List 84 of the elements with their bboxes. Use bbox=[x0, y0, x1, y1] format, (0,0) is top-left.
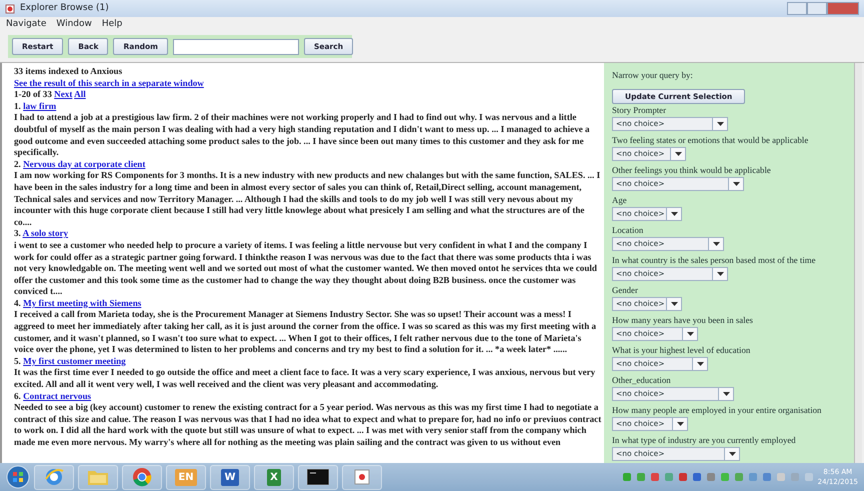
result-title-link[interactable]: law firm bbox=[23, 100, 56, 111]
filter-label: Location bbox=[612, 224, 644, 236]
taskbar-button[interactable]: W bbox=[210, 464, 250, 490]
result-title-link[interactable]: My first meeting with Siemens bbox=[23, 298, 142, 308]
taskbar-button[interactable] bbox=[298, 464, 338, 490]
next-link[interactable]: Next bbox=[54, 89, 72, 100]
browser-icon bbox=[44, 467, 64, 487]
result-excerpt: I received a call from Marieta today, she is the Procurement Manager at Siemens Industry Sector. She was so upset! Their account was a mess! I aggreed to meet her immediately after taking her call, as it is just around the corner from the office. I was so scared as this was my first meeting with a customer, and it wasn't planned, so I wasn't too sure what to expect. ... When I got to their offices, I felt rather nervous due to the tone of Marieta's voice over the phone, yet I was determined to listen to her problems and concerns and try my best to find a solution for it. ... *a week later* ...... bbox=[14, 309, 598, 356]
caret-icon bbox=[718, 388, 733, 400]
start-button[interactable] bbox=[6, 465, 30, 489]
caret-icon bbox=[672, 418, 687, 430]
filter-label: What is your highest level of education bbox=[612, 344, 752, 356]
menu-item[interactable]: Navigate bbox=[6, 18, 46, 32]
browser-icon bbox=[132, 467, 152, 487]
filter-label: Age bbox=[612, 194, 628, 206]
spreadsheet-app-icon: X bbox=[267, 468, 281, 486]
result-excerpt: It was the first time ever I needed to go outside the office and meet a client face to face. It was a very scary experience, I was anxious, nervous but very excited. All and all it went very well, I was well received and the client was very pleasant and accommodating. bbox=[14, 367, 596, 391]
tray-icon[interactable] bbox=[734, 472, 744, 482]
result-excerpt: i went to see a customer who needed help to procure a variety of items. I was feeling a little nervouse but very confident in what I and the company I work for could offer as a strategic partner going forward. I thinkthe reason I was nervous was due to the fact that there was some products thta i was not very knowledgable on. The meeting went well and we sorted out most of what the customer wanted. We then moved ontot he services thta we could offer the customer and this took some time as the customer had to change the way they thought about doing B2B business. once the customer was conviced t.... bbox=[14, 240, 598, 298]
menu-item[interactable]: Help bbox=[102, 18, 122, 32]
tray-icon[interactable] bbox=[650, 472, 660, 482]
tray-icon[interactable] bbox=[622, 472, 632, 482]
terminal-icon bbox=[307, 469, 329, 485]
result-excerpt: Needed to see a big (key account) customer to renew the existing contract for a 5 year period. Was nervous as this was my first time I had to negotiate a contract of this size and calue. The reason I was nervous was that I had no idea what to expect and what to prepare for, had no info or previuos contract to work on. I did all the hard work with the quote but still was unsure of what to expect. ... I was met with very senior staff from the company which made me even more nervous. My warry's where all for nothing as the meeting was plain sailing and the contract was given to us without even bbox=[14, 402, 602, 449]
menu-item[interactable]: Window bbox=[56, 18, 92, 32]
tray-icon[interactable] bbox=[664, 472, 674, 482]
result-number: 3. bbox=[14, 228, 21, 238]
language-icon: EN bbox=[175, 468, 197, 486]
document-app-icon: W bbox=[221, 468, 239, 486]
result-number: 1. bbox=[14, 100, 21, 111]
close-button[interactable] bbox=[827, 2, 859, 15]
search-field[interactable] bbox=[173, 38, 299, 54]
tray-icon[interactable] bbox=[776, 472, 786, 482]
tray-icon[interactable] bbox=[706, 472, 716, 482]
tray-icon[interactable] bbox=[762, 472, 772, 482]
caret-icon bbox=[712, 268, 727, 280]
result-number: 2. bbox=[14, 158, 21, 169]
caret-icon bbox=[728, 178, 743, 190]
result-title-link[interactable]: My first customer meeting bbox=[23, 356, 126, 366]
result-number: 6. bbox=[14, 390, 21, 401]
caret-icon bbox=[670, 148, 685, 160]
tray-icon[interactable] bbox=[748, 472, 758, 482]
filter-label: How many people are employed in your entire organisation bbox=[612, 404, 822, 416]
tray-icon[interactable] bbox=[804, 472, 814, 482]
tray-icon[interactable] bbox=[678, 472, 688, 482]
filter-label: Two feeling states or emotions that would be applicable bbox=[612, 134, 810, 146]
caret-icon bbox=[682, 328, 697, 340]
filter-label: How many years have you been in sales bbox=[612, 314, 754, 326]
filter-label: Story Prompter bbox=[612, 104, 668, 116]
result-number: 5. bbox=[14, 356, 21, 366]
result-range: 1-20 of 33 bbox=[14, 89, 52, 100]
scrollbar[interactable] bbox=[854, 63, 862, 463]
result-excerpt: I had to attend a job at a prestigious law firm. 2 of their machines were not working properly and I had to find out why. I was nervous and a little doubtful of myself as the main person I was dealing with had a very high standing reputation and I didn't want to mess up. ... I managed to achieve a good outcome and even succeeded attaching some product sales to the job. ... I have since been out many times to this customer and they ask for me specifically. bbox=[14, 112, 591, 159]
filter-heading: Narrow your query by: bbox=[612, 69, 694, 81]
result-title-link[interactable]: A solo story bbox=[22, 228, 68, 238]
result-title-link[interactable]: Nervous day at corporate client bbox=[23, 158, 146, 169]
taskbar-button[interactable]: X bbox=[254, 464, 294, 490]
caret-icon bbox=[712, 118, 727, 130]
result-number: 4. bbox=[14, 298, 21, 308]
tray-icon[interactable] bbox=[720, 472, 730, 482]
filter-label: In what country is the sales person based most of the time bbox=[612, 254, 817, 266]
filter-label: In what type of industry are you currently employed bbox=[612, 434, 797, 446]
filter-label: Other_education bbox=[612, 374, 672, 386]
result-excerpt: I am now working for RS Components for 3 months. It is a new industry with new products and new chalanges but with the same function, SALES. ... I have been in the sales industry for a long time and been in almost every sector of sales you can think of, Retail,Direct selling, account management, Technical sales and services and now Territory Manager. ... Although I had the skills and tools to do my job well I was still very nevous about my incounter with this huge corporate client because I still had very little knowlege about what presicely I am selling and what the structures are of the co.... bbox=[14, 170, 602, 228]
app-icon bbox=[354, 469, 370, 485]
app-icon bbox=[5, 4, 15, 14]
caret-icon bbox=[724, 448, 739, 460]
tray-icon[interactable] bbox=[692, 472, 702, 482]
caret-icon bbox=[692, 358, 707, 370]
caret-icon bbox=[666, 298, 681, 310]
window-title: Explorer Browse (1) bbox=[20, 2, 109, 15]
maximize-button[interactable] bbox=[807, 2, 827, 15]
result-title-link[interactable]: Contract nervous bbox=[23, 390, 92, 401]
separate-window-link[interactable]: See the result of this search in a separate window bbox=[14, 78, 204, 88]
all-link[interactable]: All bbox=[74, 89, 86, 100]
tray-icon[interactable] bbox=[636, 472, 646, 482]
tray-icon[interactable] bbox=[790, 472, 800, 482]
result-summary: 33 items indexed to Anxious bbox=[14, 66, 124, 78]
caret-icon bbox=[666, 208, 681, 220]
filter-label: Other feelings you think would be applicable bbox=[612, 164, 772, 176]
minimize-button[interactable] bbox=[787, 2, 807, 15]
folder-icon bbox=[87, 468, 109, 486]
caret-icon bbox=[708, 238, 723, 250]
filter-label: Gender bbox=[612, 284, 639, 296]
